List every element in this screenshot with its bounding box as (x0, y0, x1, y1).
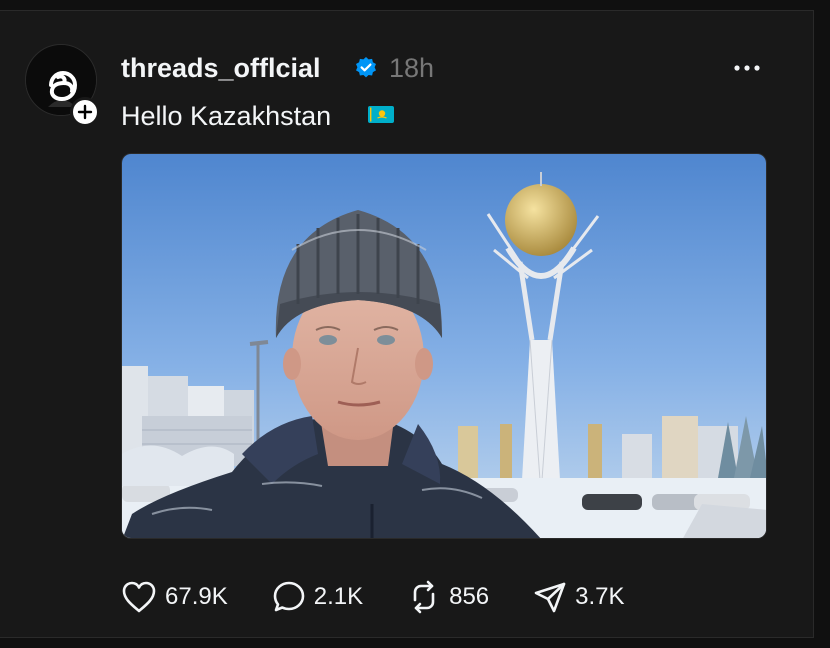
share-count: 3.7K (575, 583, 625, 610)
more-horizontal-icon (734, 65, 760, 71)
post-image[interactable] (121, 153, 767, 539)
username-link[interactable]: threads_offlcial (121, 51, 321, 85)
post-card: threads_offlcial 18h Hello Kazakhstan 67… (0, 10, 814, 638)
repost-count: 856 (449, 583, 490, 610)
post-timestamp[interactable]: 18h (389, 51, 434, 85)
heart-icon (122, 581, 156, 613)
kazakhstan-flag-icon (368, 106, 394, 123)
repost-icon (413, 580, 435, 614)
follow-button[interactable] (70, 97, 100, 127)
reply-count: 2.1K (313, 583, 364, 610)
threads-feed: threads_offlcial 18h Hello Kazakhstan 67… (0, 0, 830, 648)
send-icon (534, 582, 566, 613)
like-button[interactable]: 67.9K (121, 578, 228, 616)
like-count: 67.9K (165, 583, 228, 610)
post-text: Hello Kazakhstan (121, 101, 332, 131)
share-button[interactable]: 3.7K (533, 578, 625, 616)
more-options-button[interactable] (732, 55, 762, 81)
selfie-photo (122, 154, 766, 538)
post-actions: 67.9K 2.1K 856 3.7K (121, 578, 669, 616)
plus-icon (77, 104, 93, 120)
comment-icon (273, 581, 305, 612)
reply-button[interactable]: 2.1K (272, 578, 363, 616)
repost-button[interactable]: 856 (407, 578, 489, 616)
verified-badge-icon (356, 57, 376, 78)
